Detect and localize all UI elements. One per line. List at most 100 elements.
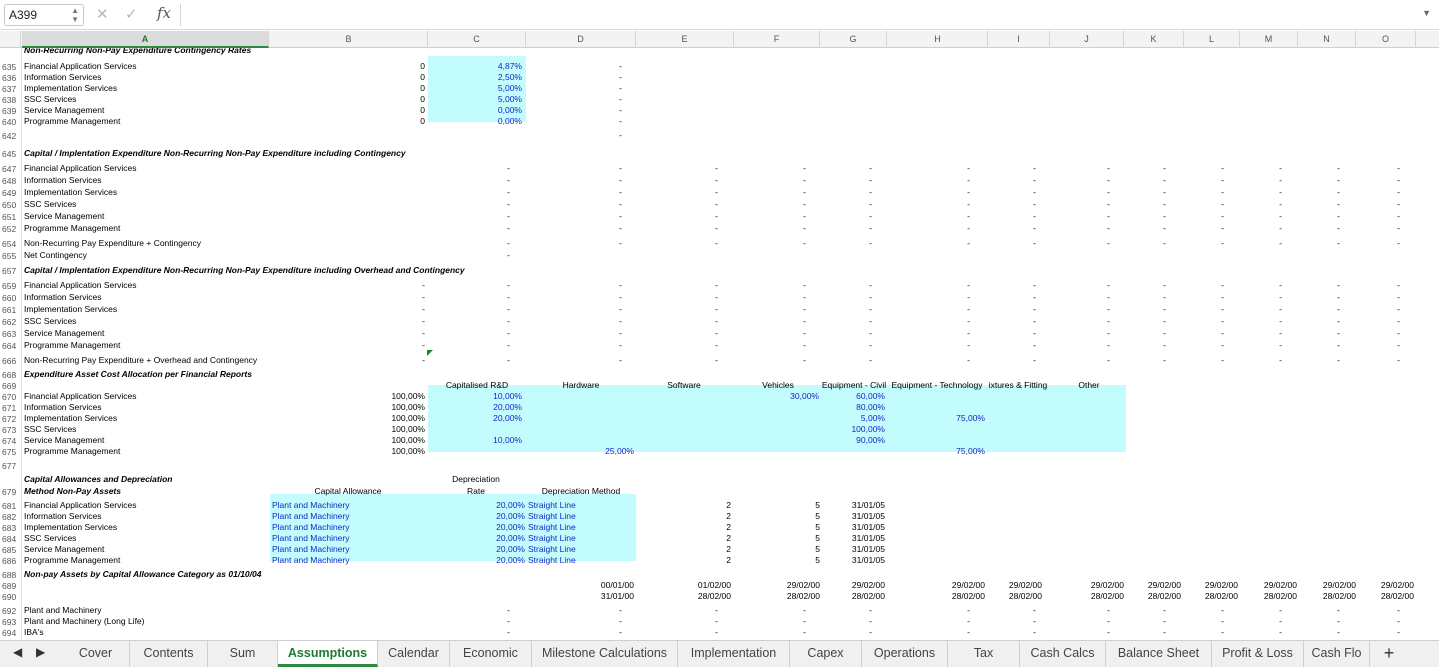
cell-g[interactable]: 31/01/05 xyxy=(825,500,885,510)
allocation-value[interactable]: 10,00% xyxy=(402,435,522,445)
row-number[interactable]: 675 xyxy=(2,447,16,457)
dash-cell[interactable]: - xyxy=(602,199,622,209)
dash-cell[interactable]: - xyxy=(698,238,718,248)
row-number[interactable]: 679 xyxy=(2,487,16,497)
capital-allowance-value[interactable]: Plant and Machinery xyxy=(272,511,350,521)
period-start-date[interactable]: 01/02/00 xyxy=(671,580,731,590)
allocation-header[interactable]: Capitalised R&D xyxy=(417,380,537,390)
row-label[interactable]: Programme Management xyxy=(24,223,120,233)
dash-cell[interactable]: - xyxy=(1090,223,1110,233)
cell-d[interactable]: - xyxy=(502,61,622,71)
cell-b[interactable]: - xyxy=(305,304,425,314)
row-label[interactable]: Information Services xyxy=(24,292,101,302)
allocation-value[interactable]: 75,00% xyxy=(865,413,985,423)
cell-d[interactable]: - xyxy=(502,83,622,93)
row-number[interactable]: 648 xyxy=(2,176,16,186)
dash-cell[interactable]: - xyxy=(950,340,970,350)
dash-cell[interactable]: - xyxy=(1380,280,1400,290)
row-label[interactable]: Capital Allowances and Depreciation xyxy=(24,474,172,484)
cell-e[interactable]: 2 xyxy=(701,544,731,554)
row-number[interactable]: 642 xyxy=(2,131,16,141)
dash-cell[interactable]: - xyxy=(1380,175,1400,185)
row-number[interactable]: 662 xyxy=(2,317,16,327)
dash-cell[interactable]: - xyxy=(1380,223,1400,233)
sheet-tab-capex[interactable]: Capex xyxy=(790,641,862,667)
dash-cell[interactable]: - xyxy=(1320,328,1340,338)
dash-cell[interactable]: - xyxy=(490,340,510,350)
dash-cell[interactable]: - xyxy=(1016,316,1036,326)
dash-cell[interactable]: - xyxy=(490,238,510,248)
row-label[interactable]: Service Management xyxy=(24,328,104,338)
cell-c[interactable]: - xyxy=(390,250,510,260)
dash-cell[interactable]: - xyxy=(1204,627,1224,637)
dash-cell[interactable]: - xyxy=(1320,292,1340,302)
dash-cell[interactable]: - xyxy=(852,340,872,350)
row-label[interactable]: Service Management xyxy=(24,105,104,115)
row-label[interactable]: Implementation Services xyxy=(24,413,117,423)
allocation-value[interactable]: 10,00% xyxy=(402,391,522,401)
dash-cell[interactable]: - xyxy=(602,616,622,626)
dash-cell[interactable]: - xyxy=(602,316,622,326)
period-start-date[interactable]: 29/02/00 xyxy=(1237,580,1297,590)
dash-cell[interactable]: - xyxy=(698,627,718,637)
dash-cell[interactable]: - xyxy=(786,316,806,326)
depreciation-method[interactable]: Straight Line xyxy=(528,522,576,532)
dash-cell[interactable]: - xyxy=(786,328,806,338)
row-number[interactable]: 640 xyxy=(2,117,16,127)
dash-cell[interactable]: - xyxy=(950,211,970,221)
row-label[interactable]: Programme Management xyxy=(24,340,120,350)
dash-cell[interactable]: - xyxy=(1146,238,1166,248)
row-label[interactable]: Implementation Services xyxy=(24,522,117,532)
dash-cell[interactable]: - xyxy=(1204,199,1224,209)
dash-cell[interactable]: - xyxy=(602,175,622,185)
dash-cell[interactable]: - xyxy=(1262,627,1282,637)
dash-cell[interactable]: - xyxy=(1204,292,1224,302)
dash-cell[interactable]: - xyxy=(1262,328,1282,338)
dash-cell[interactable]: - xyxy=(950,304,970,314)
dash-cell[interactable]: - xyxy=(698,211,718,221)
row-label[interactable]: Information Services xyxy=(24,72,101,82)
dash-cell[interactable]: - xyxy=(602,355,622,365)
select-all-corner[interactable] xyxy=(0,31,21,48)
dash-cell[interactable]: - xyxy=(1146,211,1166,221)
row-number[interactable]: 681 xyxy=(2,501,16,511)
period-end-date[interactable]: 28/02/00 xyxy=(1178,591,1238,601)
row-label[interactable]: Service Management xyxy=(24,544,104,554)
dash-cell[interactable]: - xyxy=(1320,175,1340,185)
sheet-tab-economic[interactable]: Economic xyxy=(450,641,532,667)
dash-cell[interactable]: - xyxy=(602,304,622,314)
dash-cell[interactable]: - xyxy=(1262,187,1282,197)
dash-cell[interactable]: - xyxy=(786,187,806,197)
row-number[interactable]: 669 xyxy=(2,381,16,391)
depreciation-rate[interactable]: 20,00% xyxy=(405,533,525,543)
dash-cell[interactable]: - xyxy=(1016,340,1036,350)
row-number[interactable]: 693 xyxy=(2,617,16,627)
row-label[interactable]: Financial Application Services xyxy=(24,61,136,71)
row-label[interactable]: Financial Application Services xyxy=(24,163,136,173)
dash-cell[interactable]: - xyxy=(1090,616,1110,626)
dash-cell[interactable]: - xyxy=(698,292,718,302)
row-number[interactable]: 683 xyxy=(2,523,16,533)
row-number[interactable]: 664 xyxy=(2,341,16,351)
dash-cell[interactable]: - xyxy=(1204,605,1224,615)
dash-cell[interactable]: - xyxy=(1016,211,1036,221)
dash-cell[interactable]: - xyxy=(1204,211,1224,221)
row-number[interactable]: 655 xyxy=(2,251,16,261)
dash-cell[interactable]: - xyxy=(1320,211,1340,221)
dash-cell[interactable]: - xyxy=(490,280,510,290)
row-label[interactable]: Programme Management xyxy=(24,555,120,565)
period-start-date[interactable]: 29/02/00 xyxy=(1064,580,1124,590)
cell-d[interactable]: - xyxy=(502,94,622,104)
dash-cell[interactable]: - xyxy=(1016,223,1036,233)
add-sheet-button[interactable]: + xyxy=(1375,642,1403,666)
dash-cell[interactable]: - xyxy=(602,187,622,197)
dash-cell[interactable]: - xyxy=(1090,328,1110,338)
dash-cell[interactable]: - xyxy=(1262,616,1282,626)
cell-f[interactable]: 5 xyxy=(790,544,820,554)
dash-cell[interactable]: - xyxy=(490,616,510,626)
cell-f[interactable]: 5 xyxy=(790,522,820,532)
dash-cell[interactable]: - xyxy=(1320,304,1340,314)
period-end-date[interactable]: 28/02/00 xyxy=(671,591,731,601)
sheet-tab-profit-loss[interactable]: Profit & Loss xyxy=(1212,641,1304,667)
dash-cell[interactable]: - xyxy=(950,175,970,185)
